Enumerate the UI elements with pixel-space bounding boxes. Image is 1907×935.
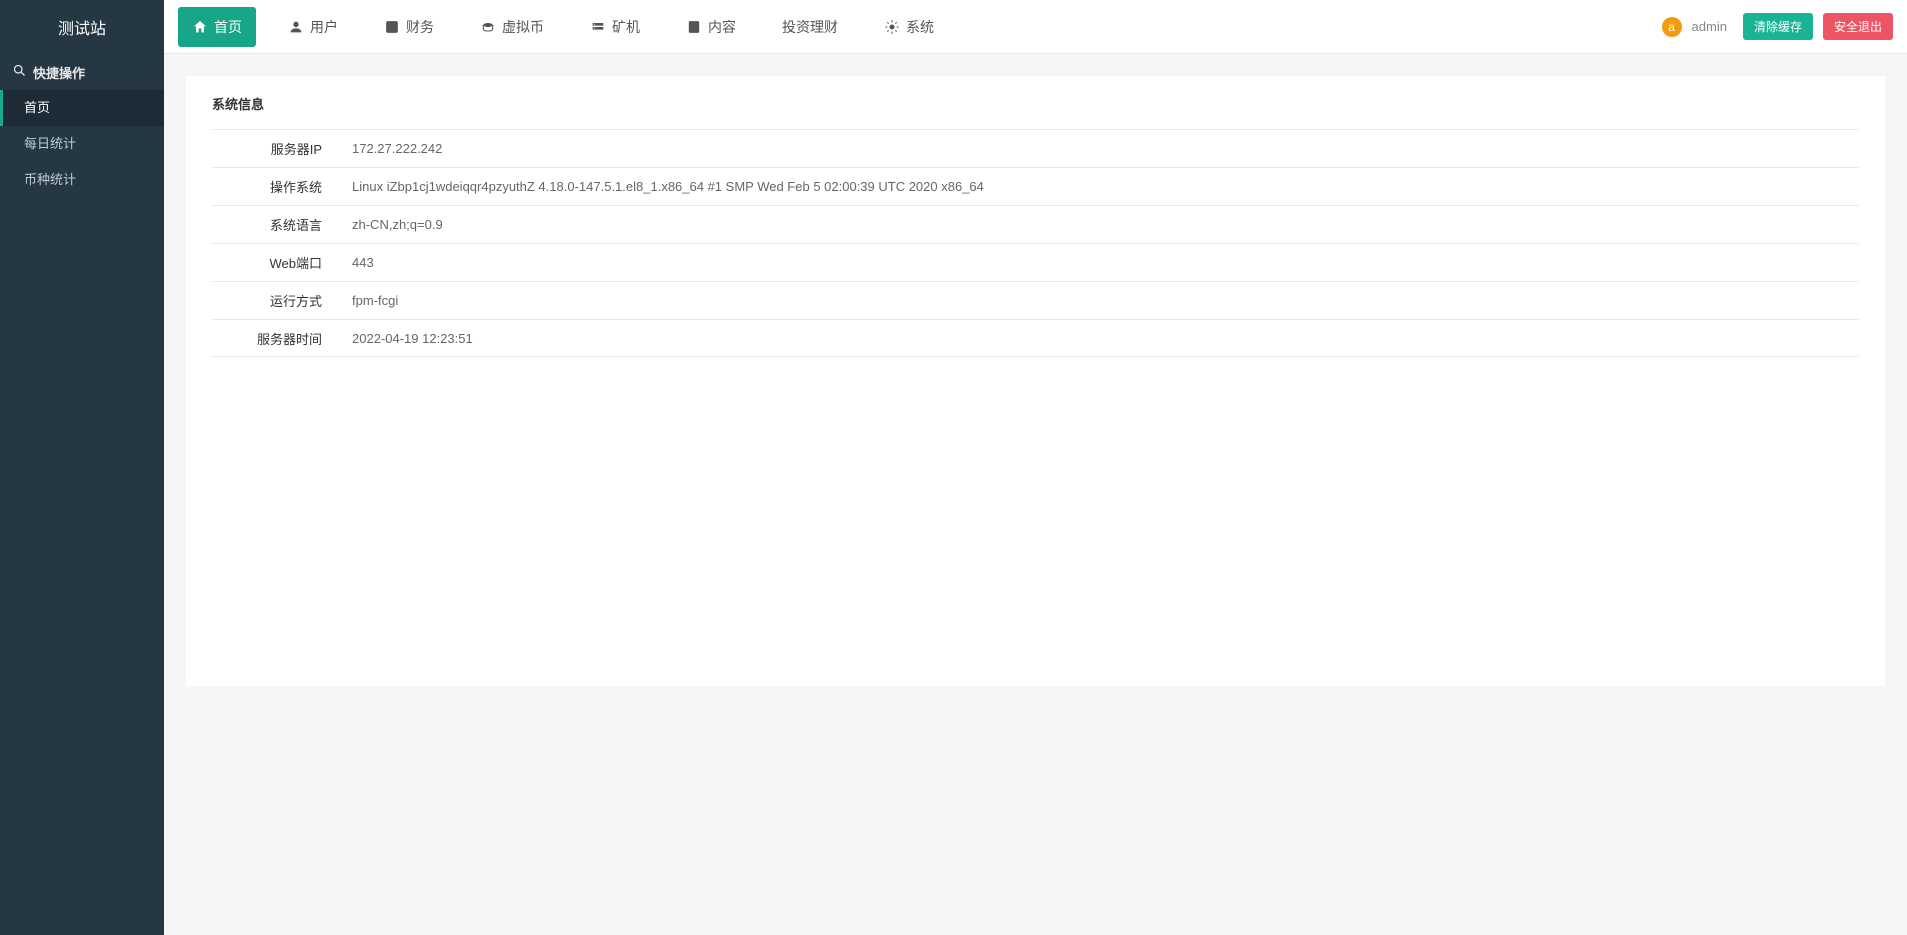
nav-tab-5[interactable]: 内容 [672, 7, 750, 47]
svg-text:¥: ¥ [390, 24, 394, 31]
sidebar: 测试站 快捷操作 首页每日统计币种统计 [0, 0, 164, 935]
username-label: admin [1692, 19, 1727, 34]
nav-tab-label: 虚拟币 [502, 17, 544, 37]
user-icon [288, 19, 304, 35]
nav-tab-4[interactable]: 矿机 [576, 7, 654, 47]
nav-tab-label: 用户 [310, 17, 338, 37]
info-label: 运行方式 [212, 291, 342, 310]
content-icon [686, 19, 702, 35]
info-row: 操作系统Linux iZbp1cj1wdeiqqr4pzyuthZ 4.18.0… [212, 167, 1859, 205]
info-row: 运行方式fpm-fcgi [212, 281, 1859, 319]
info-label: Web端口 [212, 253, 342, 272]
search-icon [12, 63, 33, 81]
gear-icon [884, 19, 900, 35]
logout-button[interactable]: 安全退出 [1823, 13, 1893, 40]
info-label: 服务器时间 [212, 329, 342, 348]
info-value: 443 [342, 255, 374, 270]
info-value: zh-CN,zh;q=0.9 [342, 217, 443, 232]
info-label: 服务器IP [212, 139, 342, 158]
info-value: Linux iZbp1cj1wdeiqqr4pzyuthZ 4.18.0-147… [342, 179, 984, 194]
panel-title: 系统信息 [212, 94, 1859, 113]
avatar[interactable]: a [1662, 17, 1682, 37]
info-row: 服务器IP172.27.222.242 [212, 129, 1859, 167]
info-row: 服务器时间2022-04-19 12:23:51 [212, 319, 1859, 357]
clear-cache-button[interactable]: 清除缓存 [1743, 13, 1813, 40]
sidebar-item-0[interactable]: 首页 [0, 90, 164, 126]
finance-icon: ¥ [384, 19, 400, 35]
nav-tab-6[interactable]: 投资理财 [768, 7, 852, 47]
nav-tab-label: 内容 [708, 17, 736, 37]
info-value: fpm-fcgi [342, 293, 398, 308]
sidebar-item-1[interactable]: 每日统计 [0, 126, 164, 162]
brand-title: 测试站 [0, 0, 164, 54]
sidebar-section-header: 快捷操作 [0, 54, 164, 90]
nav-tab-label: 投资理财 [782, 17, 838, 37]
nav-tab-label: 财务 [406, 17, 434, 37]
info-row: Web端口443 [212, 243, 1859, 281]
nav-tab-2[interactable]: ¥ 财务 [370, 7, 448, 47]
info-label: 操作系统 [212, 177, 342, 196]
sidebar-section-title: 快捷操作 [33, 63, 85, 82]
nav-tab-label: 首页 [214, 17, 242, 37]
nav-tab-1[interactable]: 用户 [274, 7, 352, 47]
coin-icon [480, 19, 496, 35]
nav-tab-label: 系统 [906, 17, 934, 37]
nav-tab-3[interactable]: 虚拟币 [466, 7, 558, 47]
home-icon [192, 19, 208, 35]
info-label: 系统语言 [212, 215, 342, 234]
miner-icon [590, 19, 606, 35]
system-info-panel: 系统信息 服务器IP172.27.222.242操作系统Linux iZbp1c… [186, 76, 1885, 686]
info-value: 2022-04-19 12:23:51 [342, 331, 473, 346]
info-row: 系统语言zh-CN,zh;q=0.9 [212, 205, 1859, 243]
nav-tab-7[interactable]: 系统 [870, 7, 948, 47]
nav-tab-label: 矿机 [612, 17, 640, 37]
top-nav: 首页 用户 ¥ 财务 虚拟币 矿机 内容 投资理财 系统 a admin 清除缓存 安全退出 [164, 0, 1907, 54]
info-value: 172.27.222.242 [342, 141, 442, 156]
sidebar-item-2[interactable]: 币种统计 [0, 162, 164, 198]
nav-tab-0[interactable]: 首页 [178, 7, 256, 47]
